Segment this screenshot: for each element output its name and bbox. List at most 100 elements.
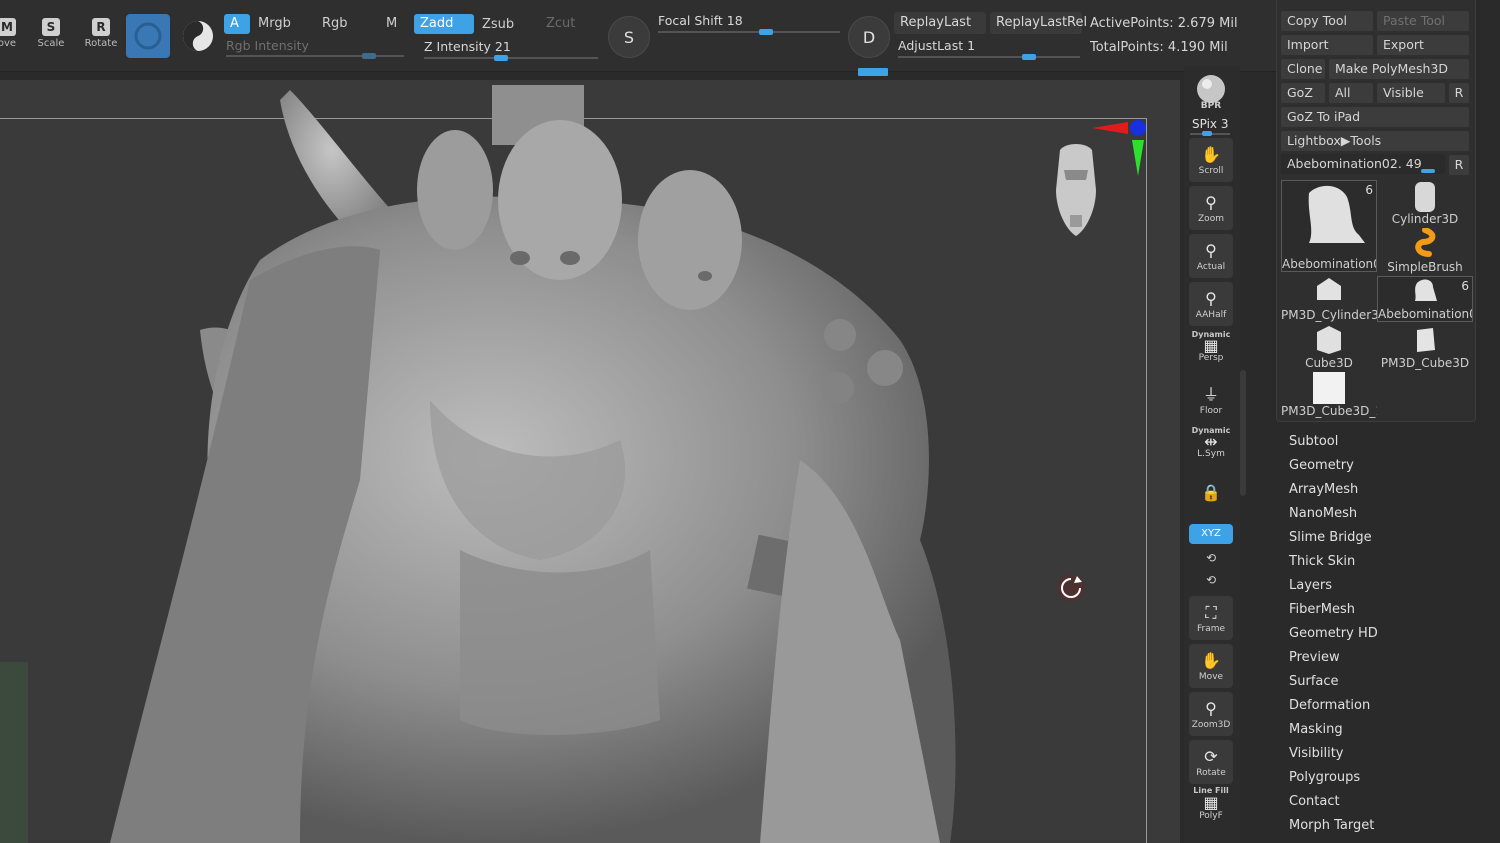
y-rotate-button[interactable]: ⟲ xyxy=(1189,548,1233,568)
tool-thumb-abebomination[interactable]: 6 Abebomination0 xyxy=(1281,180,1377,272)
menu-morph-target[interactable]: Morph Target xyxy=(1289,816,1489,840)
zoom3d-button[interactable]: ⚲ Zoom3D xyxy=(1189,692,1233,736)
document-canvas[interactable] xyxy=(0,80,1180,843)
tool-r-button[interactable]: R xyxy=(1449,155,1469,175)
bpr-button[interactable]: BPR xyxy=(1189,70,1233,114)
tool-thumb-pm3d-cube-1[interactable]: PM3D_Cube3D_1 xyxy=(1281,372,1377,418)
tool-thumb-cylinder3d[interactable]: Cylinder3D xyxy=(1377,180,1473,226)
axis-gizmo-icon[interactable] xyxy=(1090,116,1150,176)
move-tool-button[interactable]: M ove xyxy=(0,12,30,56)
goz-all-button[interactable]: All xyxy=(1329,83,1373,103)
focal-shift-slider[interactable]: Focal Shift 18 xyxy=(658,13,840,37)
menu-masking[interactable]: Masking xyxy=(1289,720,1489,744)
z-intensity-knob[interactable] xyxy=(494,55,508,61)
cube-thumbnail xyxy=(1317,326,1341,354)
pen-d-icon: D xyxy=(862,28,876,47)
adjust-last-slider[interactable]: AdjustLast 1 xyxy=(898,38,1082,62)
abebomination-thumbnail xyxy=(1308,185,1365,243)
lightbox-tools-button[interactable]: Lightbox▶Tools xyxy=(1281,131,1469,151)
spix-slider[interactable] xyxy=(1190,131,1230,136)
aahalf-button[interactable]: ⚲ AAHalf xyxy=(1189,282,1233,326)
goz-button[interactable]: GoZ xyxy=(1281,83,1325,103)
mrgb-toggle[interactable]: Mrgb xyxy=(252,14,314,34)
tool-thumb-pm3d-cylinder[interactable]: PM3D_Cylinder3 xyxy=(1281,276,1377,322)
rgb-intensity-knob[interactable] xyxy=(362,53,376,59)
thumb-name: Abebomination0 xyxy=(1282,257,1376,271)
shelf-scrollbar[interactable] xyxy=(1240,370,1246,496)
floor-button[interactable]: ⏚ Floor xyxy=(1189,378,1233,422)
menu-subtool[interactable]: Subtool xyxy=(1289,432,1489,456)
menu-contact[interactable]: Contact xyxy=(1289,792,1489,816)
export-button[interactable]: Export xyxy=(1377,35,1469,55)
menu-thick-skin[interactable]: Thick Skin xyxy=(1289,552,1489,576)
lsym-button[interactable]: Dynamic ⇹ L.Sym xyxy=(1189,426,1233,470)
xyz-rotate-button[interactable]: XYZ xyxy=(1189,524,1233,544)
tool-panel: Copy Tool Paste Tool Import Export Clone… xyxy=(1276,0,1476,422)
material-sphere-button[interactable] xyxy=(126,14,170,58)
menu-fibermesh[interactable]: FiberMesh xyxy=(1289,600,1489,624)
replay-last-button[interactable]: ReplayLast xyxy=(894,12,986,34)
rgb-intensity-slider[interactable]: Rgb Intensity xyxy=(226,38,406,60)
active-points-readout: ActivePoints: 2.679 Mil xyxy=(1090,16,1238,31)
rgb-toggle[interactable]: Rgb xyxy=(316,14,376,34)
polyf-button[interactable]: Line Fill ▦ PolyF xyxy=(1189,786,1233,830)
menu-nanomesh[interactable]: NanoMesh xyxy=(1289,504,1489,528)
goz-ipad-button[interactable]: GoZ To iPad xyxy=(1281,107,1469,127)
rgb-intensity-label: Rgb Intensity xyxy=(226,38,309,53)
scale-tool-button[interactable]: S Scale xyxy=(28,12,74,56)
spix-knob[interactable] xyxy=(1202,131,1212,136)
rotate-tool-button[interactable]: R Rotate xyxy=(78,12,124,56)
tool-thumb-cube3d[interactable]: Cube3D xyxy=(1281,324,1377,370)
d-icon-button[interactable]: D xyxy=(848,16,890,58)
replay-last-rel-button[interactable]: ReplayLastRel xyxy=(990,12,1087,34)
clone-button[interactable]: Clone xyxy=(1281,59,1325,79)
canvas-drag-handle[interactable] xyxy=(858,68,888,76)
z-rotate-button[interactable]: ⟲ xyxy=(1189,570,1233,590)
menu-deformation[interactable]: Deformation xyxy=(1289,696,1489,720)
texture-sphere-button[interactable] xyxy=(176,14,220,58)
zoom-button[interactable]: ⚲ Zoom xyxy=(1189,186,1233,230)
pm3d-cube1-thumbnail xyxy=(1313,372,1345,404)
a-toggle[interactable]: A xyxy=(224,14,250,34)
rotate-view-button[interactable]: ⟳ Rotate xyxy=(1189,740,1233,784)
frame-button[interactable]: ⛶ Frame xyxy=(1189,596,1233,640)
menu-arraymesh[interactable]: ArrayMesh xyxy=(1289,480,1489,504)
menu-visibility[interactable]: Visibility xyxy=(1289,744,1489,768)
menu-layers[interactable]: Layers xyxy=(1289,576,1489,600)
menu-geometry[interactable]: Geometry xyxy=(1289,456,1489,480)
actual-button[interactable]: ⚲ Actual xyxy=(1189,234,1233,278)
zbrush-window: M ove S Scale R Rotate A Mrgb Rgb M Zadd… xyxy=(0,0,1500,843)
paste-tool-button[interactable]: Paste Tool xyxy=(1377,11,1469,31)
current-tool-knob[interactable] xyxy=(1421,169,1435,173)
zadd-toggle[interactable]: Zadd xyxy=(414,14,474,34)
actual-label: Actual xyxy=(1196,262,1226,272)
zsub-toggle[interactable]: Zsub xyxy=(476,15,536,35)
tool-thumb-pm3d-cube[interactable]: PM3D_Cube3D xyxy=(1377,324,1473,370)
rotate-tool-label: Rotate xyxy=(84,38,118,49)
focal-shift-knob[interactable] xyxy=(759,29,773,35)
current-tool-slider[interactable]: Abebomination02. 49 xyxy=(1281,154,1445,174)
lock-button[interactable]: 🔒 xyxy=(1189,476,1233,520)
make-polymesh-button[interactable]: Make PolyMesh3D xyxy=(1329,59,1469,79)
goz-r-button[interactable]: R xyxy=(1449,83,1469,103)
adjust-last-knob[interactable] xyxy=(1022,54,1036,60)
scroll-button[interactable]: ✋ Scroll xyxy=(1189,138,1233,182)
menu-geometry-hd[interactable]: Geometry HD xyxy=(1289,624,1489,648)
menu-preview[interactable]: Preview xyxy=(1289,648,1489,672)
z-intensity-slider[interactable]: Z Intensity 21 xyxy=(424,39,600,61)
import-button[interactable]: Import xyxy=(1281,35,1373,55)
move-view-button[interactable]: ✋ Move xyxy=(1189,644,1233,688)
s-icon-button[interactable]: S xyxy=(608,16,650,58)
thumb-count: 6 xyxy=(1365,183,1373,197)
copy-tool-button[interactable]: Copy Tool xyxy=(1281,11,1373,31)
menu-slime-bridge[interactable]: Slime Bridge xyxy=(1289,528,1489,552)
goz-visible-button[interactable]: Visible xyxy=(1377,83,1445,103)
menu-polygroups[interactable]: Polygroups xyxy=(1289,768,1489,792)
persp-button[interactable]: Dynamic ▦ Persp xyxy=(1189,330,1233,374)
zcut-toggle[interactable]: Zcut xyxy=(540,14,592,34)
tool-thumb-abebomination-2[interactable]: 6 Abebomination0 xyxy=(1377,276,1473,322)
menu-surface[interactable]: Surface xyxy=(1289,672,1489,696)
tool-thumb-simplebrush[interactable]: SimpleBrush xyxy=(1377,227,1473,274)
m-toggle[interactable]: M xyxy=(380,14,410,34)
rotate-cursor-icon xyxy=(1057,574,1085,602)
